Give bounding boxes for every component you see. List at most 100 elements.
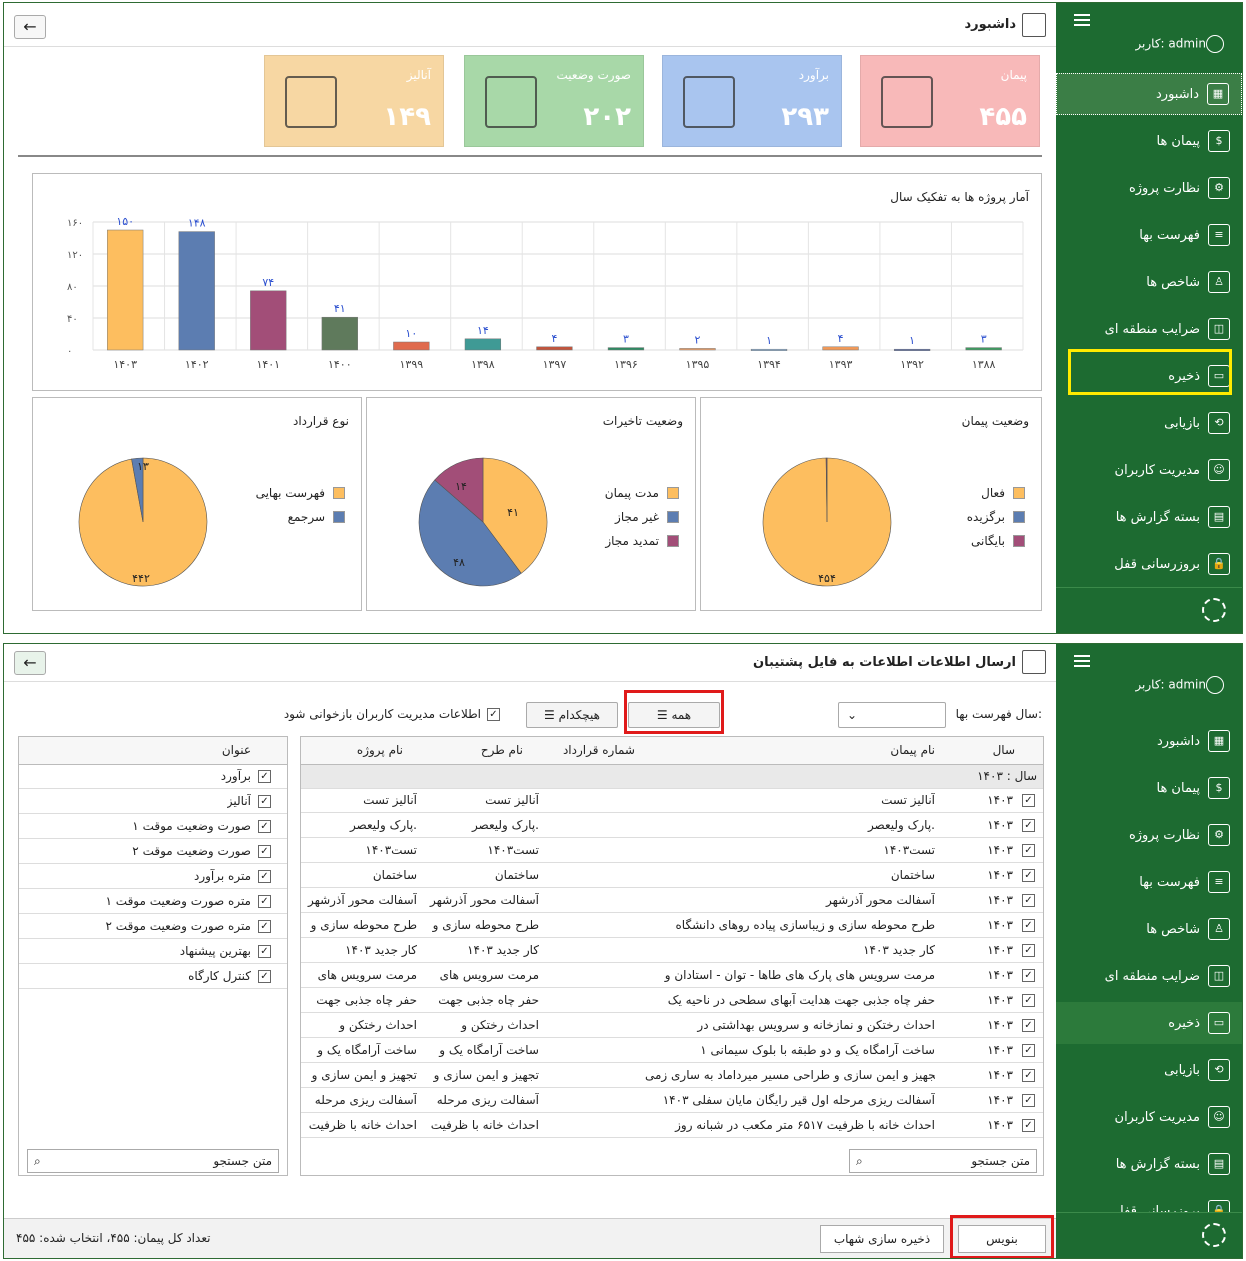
kpi-card-3[interactable]: آنالیز ۱۴۹ [264, 55, 444, 147]
sidebar-item-1[interactable]: $ پیمان ها [1056, 767, 1242, 809]
item-checkbox[interactable]: ✓ [258, 920, 271, 933]
table-row[interactable]: ✓ ۱۴۰۳ آسفالت ریزی مرحله اول قیر رایگان ما… [301, 1089, 1043, 1113]
sidebar-item-8[interactable]: ☺ مدیریت کاربران [1056, 1096, 1242, 1138]
list-item[interactable]: ✓ صورت وضعیت موقت ۲ [19, 840, 287, 864]
row-checkbox[interactable]: ✓ [1022, 819, 1035, 832]
table-row[interactable]: ✓ ۱۴۰۳ آنالیز تست آنالیز تست آنالیز تست [301, 789, 1043, 813]
table-row[interactable]: ✓ ۱۴۰۳ تجهیز و ایمن سازی و طراحی مسیر میرد… [301, 1064, 1043, 1088]
users-checkbox[interactable]: ✓ [487, 707, 500, 721]
cell-project: مرمت سرویس های [317, 968, 417, 982]
sidebar-item-7[interactable]: ⟲ بازیابی [1056, 1049, 1242, 1091]
cell-year: ۱۴۰۳ [987, 1118, 1013, 1132]
group-row[interactable]: سال : ۱۴۰۳ [301, 765, 1043, 789]
sidebar-item-3[interactable]: ≡ فهرست بها [1056, 861, 1242, 903]
row-checkbox[interactable]: ✓ [1022, 1069, 1035, 1082]
sidebar-item-8[interactable]: ☺ مدیریت کاربران [1056, 449, 1242, 491]
sidebar-item-1[interactable]: $ پیمان ها [1056, 120, 1242, 162]
sidebar-item-9[interactable]: ▤ بسته گزارش ها [1056, 1143, 1242, 1185]
sidebar-item-0[interactable]: ▦ داشبورد [1056, 720, 1242, 762]
row-checkbox[interactable]: ✓ [1022, 1044, 1035, 1057]
back-button[interactable]: ← [14, 651, 46, 675]
kpi-card-1[interactable]: برآورد ۲۹۳ [662, 55, 842, 147]
table-row[interactable]: ✓ ۱۴۰۳ مرمت سرویس های پارک های طاها - توان… [301, 964, 1043, 988]
sidebar-item-9[interactable]: ▤ بسته گزارش ها [1056, 496, 1242, 538]
sidebar-item-3[interactable]: ≡ فهرست بها [1056, 214, 1242, 256]
hamburger-menu-icon[interactable] [1074, 11, 1090, 29]
table-row[interactable]: ✓ ۱۴۰۳ تست۱۴۰۳ تست۱۴۰۳ تست۱۴۰۳ [301, 839, 1043, 863]
sidebar-item-4[interactable]: ♙ شاخص ها [1056, 908, 1242, 950]
table-row[interactable]: ✓ ۱۴۰۳ ساخت آرامگاه یک و دو طبقه با بلوک س… [301, 1039, 1043, 1063]
cell-year: ۱۴۰۳ [987, 993, 1013, 1007]
list-item[interactable]: ✓ کنترل کارگاه [19, 965, 287, 989]
table-row[interactable]: ✓ ۱۴۰۳ کار جدید ۱۴۰۳ کار جدید ۱۴۰۳ کار جدید … [301, 939, 1043, 963]
row-checkbox[interactable]: ✓ [1022, 894, 1035, 907]
row-checkbox[interactable]: ✓ [1022, 794, 1035, 807]
types-search-input[interactable]: متن جستجو ⌕ [27, 1149, 279, 1173]
row-checkbox[interactable]: ✓ [1022, 944, 1035, 957]
back-button[interactable]: ← [14, 15, 46, 39]
list-item[interactable]: ✓ برآورد [19, 765, 287, 789]
sidebar-item-5[interactable]: ◫ ضرایب منطقه ای [1056, 308, 1242, 350]
col-contract-no[interactable]: شماره قرارداد [563, 743, 635, 757]
item-checkbox[interactable]: ✓ [258, 820, 271, 833]
row-checkbox[interactable]: ✓ [1022, 1094, 1035, 1107]
row-checkbox[interactable]: ✓ [1022, 844, 1035, 857]
row-checkbox[interactable]: ✓ [1022, 1019, 1035, 1032]
item-checkbox[interactable]: ✓ [258, 770, 271, 783]
row-checkbox[interactable]: ✓ [1022, 969, 1035, 982]
row-checkbox[interactable]: ✓ [1022, 994, 1035, 1007]
item-checkbox[interactable]: ✓ [258, 845, 271, 858]
col-name[interactable]: نام پیمان [890, 743, 935, 757]
regional-coef-icon: ◫ [1208, 965, 1230, 987]
dashboard-icon: ▦ [1207, 83, 1229, 105]
sidebar-item-10[interactable]: 🔒 بروزرسانی قفل [1056, 543, 1242, 585]
list-item[interactable]: ✓ صورت وضعیت موقت ۱ [19, 815, 287, 839]
page-title: ارسال اطلاعات اطلاعات به فایل پشتیبان [753, 655, 1016, 670]
list-item[interactable]: ✓ متره صورت وضعیت موقت ۱ [19, 890, 287, 914]
table-row[interactable]: ✓ ۱۴۰۳ پارک ولیعصر. پارک ولیعصر. پارک ولیعصر… [301, 814, 1043, 838]
col-title[interactable]: عنوان [222, 743, 251, 757]
gear-icon[interactable] [1202, 1223, 1226, 1247]
list-item[interactable]: ✓ آنالیز [19, 790, 287, 814]
cell-project: حفر چاه جذبی جهت [316, 993, 417, 1007]
sidebar-item-label: ضرایب منطقه ای [1104, 321, 1200, 337]
sidebar-item-5[interactable]: ◫ ضرایب منطقه ای [1056, 955, 1242, 997]
sidebar-item-2[interactable]: ⚙ نظارت پروژه [1056, 814, 1242, 856]
sidebar-item-4[interactable]: ♙ شاخص ها [1056, 261, 1242, 303]
table-row[interactable]: ✓ ۱۴۰۳ آسفالت محور آذرشهر آسفالت محور آذرشه… [301, 889, 1043, 913]
row-checkbox[interactable]: ✓ [1022, 919, 1035, 932]
list-item[interactable]: ✓ متره برآورد [19, 865, 287, 889]
item-checkbox[interactable]: ✓ [258, 895, 271, 908]
list-item[interactable]: ✓ متره صورت وضعیت موقت ۲ [19, 915, 287, 939]
col-year[interactable]: سال [993, 743, 1015, 757]
table-row[interactable]: ✓ ۱۴۰۳ ساختمان ساختمان ساختمان [301, 864, 1043, 888]
gear-icon[interactable] [1202, 598, 1226, 622]
hamburger-menu-icon[interactable] [1074, 652, 1090, 670]
kpi-card-0[interactable]: پیمان ۴۵۵ [860, 55, 1040, 147]
list-item[interactable]: ✓ بهترین پیشنهاد [19, 940, 287, 964]
table-row[interactable]: ✓ ۱۴۰۳ احداث رختکن و نمازخانه و سرویس بهدا… [301, 1014, 1043, 1038]
sidebar-item-label: داشبورد [1156, 86, 1199, 102]
kpi-card-2[interactable]: صورت وضعیت ۲۰۲ [464, 55, 644, 147]
item-checkbox[interactable]: ✓ [258, 870, 271, 883]
table-row[interactable]: ✓ ۱۴۰۳ احداث خانه با ظرفیت ۶۵۱۷ متر مکعب د… [301, 1114, 1043, 1138]
row-checkbox[interactable]: ✓ [1022, 869, 1035, 882]
col-project[interactable]: نام پروژه [357, 743, 403, 757]
sidebar-item-0[interactable]: ▦ داشبورد [1056, 73, 1242, 115]
users-option[interactable]: ✓ اطلاعات مدیریت کاربران بازخوانی شود [284, 707, 500, 721]
list-item-label: بهترین پیشنهاد [179, 944, 251, 958]
select-none-button[interactable]: ☰ هیچکدام [526, 702, 618, 728]
sidebar-item-2[interactable]: ⚙ نظارت پروژه [1056, 167, 1242, 209]
col-plan[interactable]: نام طرح [481, 743, 523, 757]
row-checkbox[interactable]: ✓ [1022, 1119, 1035, 1132]
sidebar-item-6[interactable]: ▭ ذخیره [1056, 1002, 1242, 1044]
table-row[interactable]: ✓ ۱۴۰۳ طرح محوطه سازی و زیباسازی پیاده روه… [301, 914, 1043, 938]
grid-search-input[interactable]: متن جستجو ⌕ [849, 1149, 1037, 1173]
table-row[interactable]: ✓ ۱۴۰۳ حفر چاه جذبی جهت هدایت آبهای سطحی د… [301, 989, 1043, 1013]
year-select[interactable]: ⌄ [838, 702, 946, 728]
sidebar-item-7[interactable]: ⟲ بازیابی [1056, 402, 1242, 444]
item-checkbox[interactable]: ✓ [258, 970, 271, 983]
shahab-save-button[interactable]: ذخیره سازی شهاب [820, 1225, 944, 1253]
item-checkbox[interactable]: ✓ [258, 795, 271, 808]
item-checkbox[interactable]: ✓ [258, 945, 271, 958]
